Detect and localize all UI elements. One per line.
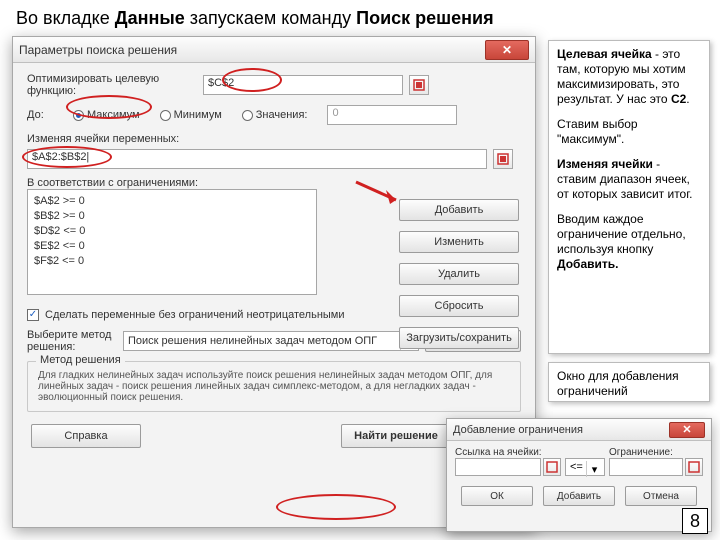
load-save-button[interactable]: Загрузить/сохранить <box>399 327 519 349</box>
radio-value[interactable]: Значения: <box>242 109 308 121</box>
dialog-title: Добавление ограничения <box>453 424 583 436</box>
method-value: Поиск решения нелинейных задач методом О… <box>128 335 377 347</box>
add-button[interactable]: Добавить <box>399 199 519 221</box>
add-button[interactable]: Добавить <box>543 486 615 506</box>
method-group: Метод решения Для гладких нелинейных зад… <box>27 361 521 412</box>
objective-input[interactable]: $C$2 <box>203 75 403 95</box>
group-title: Метод решения <box>36 354 125 366</box>
radio-min[interactable]: Минимум <box>160 109 222 121</box>
constraint-label: Ограничение: <box>609 447 703 458</box>
close-icon[interactable]: ✕ <box>485 40 529 60</box>
operator-value: <= <box>570 461 583 473</box>
dialog-titlebar: Добавление ограничения ✕ <box>447 419 711 441</box>
cellref-input[interactable] <box>455 458 541 476</box>
help-button[interactable]: Справка <box>31 424 141 448</box>
cellref-label: Ссылка на ячейки: <box>455 447 561 458</box>
constraints-list[interactable]: $A$2 >= 0 $B$2 >= 0 $D$2 <= 0 $E$2 <= 0 … <box>27 189 317 295</box>
dialog-title: Параметры поиска решения <box>19 43 177 57</box>
solve-button[interactable]: Найти решение <box>341 424 451 448</box>
edit-button[interactable]: Изменить <box>399 231 519 253</box>
list-item: $D$2 <= 0 <box>34 224 310 239</box>
heading-mid: запускаем команду <box>185 8 356 28</box>
list-item: $A$2 >= 0 <box>34 194 310 209</box>
nonneg-label: Сделать переменные без ограничений неотр… <box>45 309 345 321</box>
ref-picker-icon[interactable] <box>685 458 703 476</box>
ref-picker-icon[interactable] <box>543 458 561 476</box>
note-main: Целевая ячейка - это там, которую мы хот… <box>548 40 710 354</box>
add-constraint-dialog: Добавление ограничения ✕ Ссылка на ячейк… <box>446 418 712 532</box>
close-icon[interactable]: ✕ <box>669 422 705 438</box>
heading-prefix: Во вкладке <box>16 8 115 28</box>
radio-max-label: Максимум <box>87 109 140 121</box>
ref-picker-icon[interactable] <box>493 149 513 169</box>
radio-min-label: Минимум <box>174 109 222 121</box>
constraint-input[interactable] <box>609 458 683 476</box>
nonneg-checkbox[interactable] <box>27 309 39 321</box>
constraints-label: В соответствии с ограничениями: <box>27 177 521 189</box>
objective-label: Оптимизировать целевую функцию: <box>27 73 197 97</box>
method-label: Выберите метод решения: <box>27 329 117 353</box>
vars-input[interactable]: $A$2:$B$2| <box>27 149 487 169</box>
radio-value-label: Значения: <box>256 109 308 121</box>
heading-b1: Данные <box>115 8 185 28</box>
ref-picker-icon[interactable] <box>409 75 429 95</box>
list-item: $B$2 >= 0 <box>34 209 310 224</box>
method-select[interactable]: Поиск решения нелинейных задач методом О… <box>123 331 419 351</box>
dialog-titlebar: Параметры поиска решения ✕ <box>13 37 535 63</box>
page-number: 8 <box>682 508 708 534</box>
ok-button[interactable]: ОК <box>461 486 533 506</box>
value-input[interactable]: 0 <box>327 105 457 125</box>
reset-button[interactable]: Сбросить <box>399 295 519 317</box>
note-secondary: Окно для добавления ограничений <box>548 362 710 402</box>
list-item: $E$2 <= 0 <box>34 239 310 254</box>
radio-max[interactable]: Максимум <box>73 109 140 121</box>
chevron-down-icon: ▾ <box>586 461 602 477</box>
slide-heading: Во вкладке Данные запускаем команду Поис… <box>16 8 494 29</box>
vars-label: Изменяя ячейки переменных: <box>27 133 521 145</box>
operator-select[interactable]: <= ▾ <box>565 458 605 476</box>
list-item: $F$2 <= 0 <box>34 254 310 269</box>
cancel-button[interactable]: Отмена <box>625 486 697 506</box>
to-label: До: <box>27 109 67 121</box>
heading-b2: Поиск решения <box>356 8 493 28</box>
delete-button[interactable]: Удалить <box>399 263 519 285</box>
group-text: Для гладких нелинейных задач используйте… <box>38 370 492 403</box>
